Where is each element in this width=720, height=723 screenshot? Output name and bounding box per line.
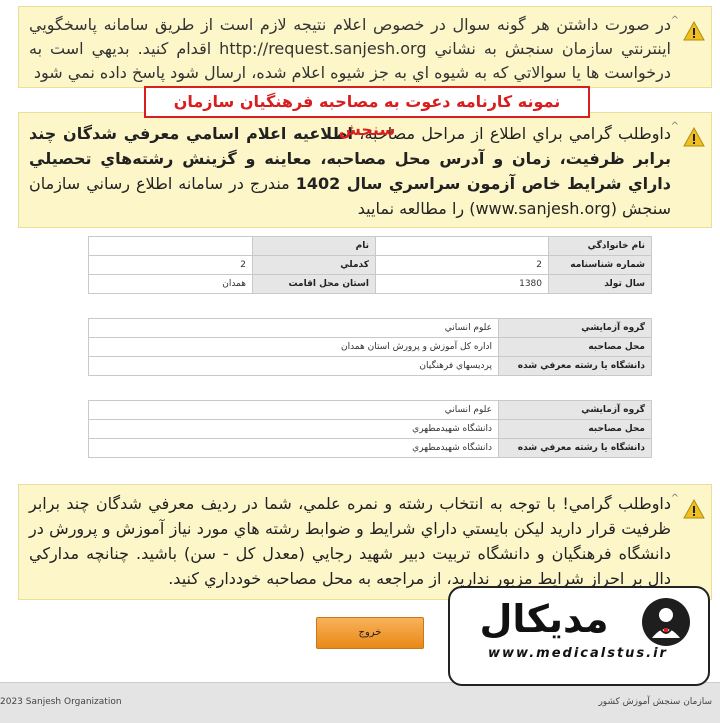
name-label: نام — [252, 236, 376, 256]
interview-place-label: محل مصاحبه — [498, 419, 652, 439]
warning-icon — [683, 21, 705, 41]
caret-icon: ^ — [670, 121, 679, 132]
footer: 2023 Sanjesh Organization سازمان سنجش آم… — [0, 682, 720, 723]
university-label: دانشگاه يا رشته معرفي شده — [498, 438, 652, 458]
interview-table-1: گروه آزمايشي علوم انساني محل مصاحبه ادار… — [88, 318, 652, 376]
watermark-url: www.medicalstus.ir — [488, 646, 668, 661]
interview-place-value: دانشگاه شهيدمطهري — [88, 419, 499, 439]
watermark-brand: مديکال — [479, 597, 609, 641]
doctor-logo-icon — [642, 598, 690, 646]
national-code-label: کدملي — [252, 255, 376, 275]
interview-place-label: محل مصاحبه — [498, 337, 652, 357]
birth-year-value: 1380 — [375, 274, 549, 294]
footer-org-name: سازمان سنجش آموزش کشور — [598, 697, 712, 707]
warning-icon — [683, 499, 705, 519]
group-value: علوم انساني — [88, 400, 499, 420]
exit-button[interactable]: خروج — [316, 617, 424, 649]
family-value — [375, 236, 549, 256]
notice-text: در صورت داشتن هر گونه سوال در خصوص اعلام… — [29, 15, 672, 82]
interview-table-2: گروه آزمايشي علوم انساني محل مصاحبه دانش… — [88, 400, 652, 458]
family-label: نام خانوادگي — [548, 236, 652, 256]
university-value: پرديسهاي فرهنگيان — [88, 356, 499, 376]
province-label: استان محل اقامت — [252, 274, 376, 294]
group-value: علوم انساني — [88, 318, 499, 338]
personal-info-table: نام خانوادگي نام شماره شناسنامه 2 کدملي … — [88, 236, 652, 294]
result-page: ^ در صورت داشتن هر گونه سوال در خصوص اعل… — [0, 0, 720, 723]
group-label: گروه آزمايشي — [498, 400, 652, 420]
caret-icon: ^ — [670, 493, 679, 504]
id-label: شماره شناسنامه — [548, 255, 652, 275]
national-code-value: 2 — [88, 255, 253, 275]
province-value: همدان — [88, 274, 253, 294]
group-label: گروه آزمايشي — [498, 318, 652, 338]
warning-icon — [683, 127, 705, 147]
notice-eligibility: ^ داوطلب گرامي! با توجه به انتخاب رشته و… — [18, 484, 712, 600]
id-value: 2 — [375, 255, 549, 275]
notice-text: داوطلب گرامي! با توجه به انتخاب رشته و ن… — [29, 494, 671, 588]
notice-request-info: ^ در صورت داشتن هر گونه سوال در خصوص اعل… — [18, 6, 712, 88]
university-label: دانشگاه يا رشته معرفي شده — [498, 356, 652, 376]
watermark-badge: مديکال www.medicalstus.ir — [448, 586, 710, 686]
footer-copyright: 2023 Sanjesh Organization — [0, 697, 122, 707]
name-value — [88, 236, 253, 256]
birth-year-label: سال تولد — [548, 274, 652, 294]
notice-text-part1: داوطلب گرامي براي اطلاع از مراحل مصاحبه، — [353, 124, 672, 143]
sample-title-banner: نمونه کارنامه دعوت به مصاحبه فرهنگيان سا… — [144, 86, 590, 139]
interview-place-value: اداره کل آموزش و پرورش استان همدان — [88, 337, 499, 357]
caret-icon: ^ — [670, 15, 679, 26]
university-value: دانشگاه شهيدمطهري — [88, 438, 499, 458]
